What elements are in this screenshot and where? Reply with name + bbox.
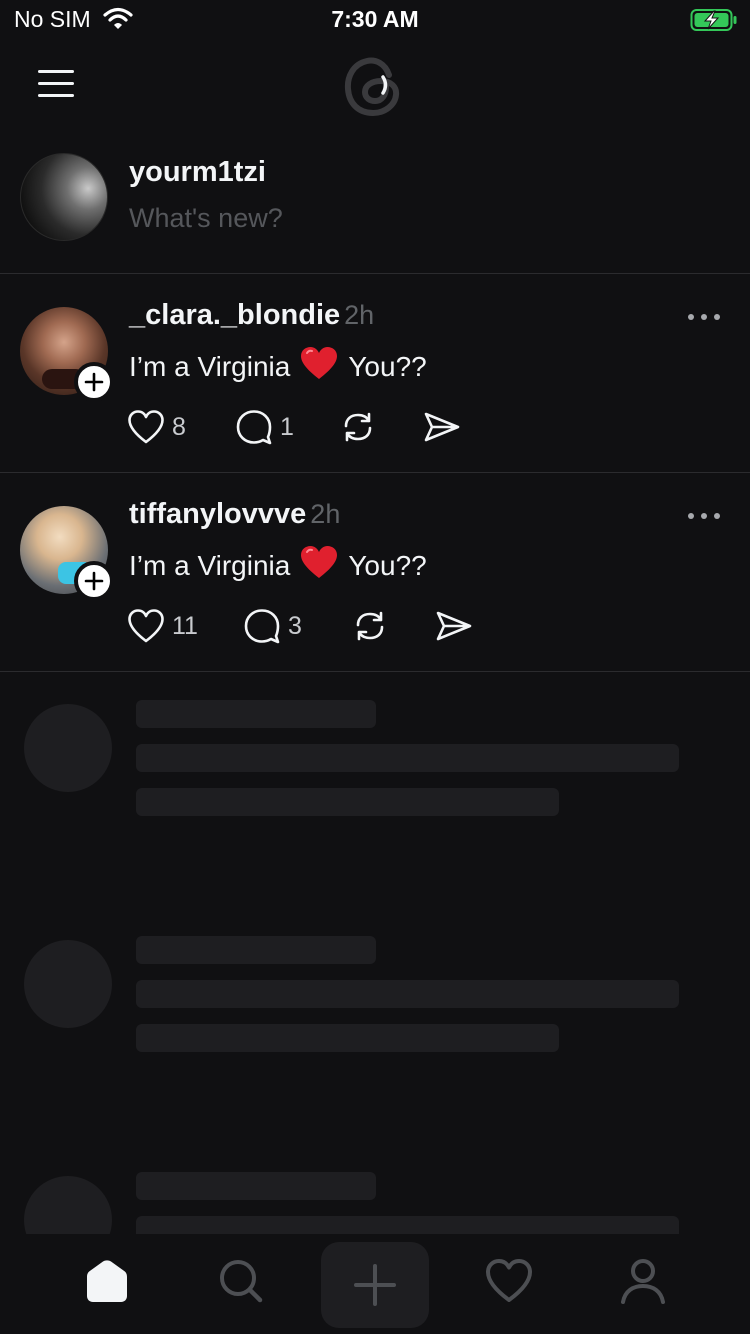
skeleton-line bbox=[136, 744, 679, 772]
battery-charging-icon bbox=[690, 8, 738, 37]
post[interactable]: _clara._blondie 2h I’m a Virginia You?? 8… bbox=[0, 273, 750, 471]
post-username[interactable]: tiffanylovvve bbox=[129, 498, 306, 530]
skeleton-line bbox=[136, 700, 376, 728]
post-time: 2h bbox=[344, 300, 375, 330]
post-text-before: I’m a Virginia bbox=[129, 549, 291, 581]
follow-button[interactable] bbox=[74, 561, 114, 601]
follow-button[interactable] bbox=[74, 362, 114, 402]
comment-icon bbox=[236, 410, 272, 445]
reply-count: 1 bbox=[280, 412, 294, 441]
repost-button[interactable] bbox=[339, 407, 377, 447]
clock: 7:30 AM bbox=[331, 6, 419, 32]
skeleton-line bbox=[136, 1172, 376, 1200]
repost-icon bbox=[356, 611, 384, 641]
skeleton-avatar bbox=[24, 704, 112, 792]
post-username-row: _clara._blondie 2h bbox=[129, 299, 374, 332]
reply-count: 3 bbox=[288, 611, 302, 640]
threads-logo-icon[interactable] bbox=[343, 53, 405, 124]
home-icon bbox=[87, 1260, 127, 1302]
tab-bar bbox=[0, 1234, 750, 1334]
reply-button[interactable]: 3 bbox=[243, 606, 302, 646]
post-text-before: I’m a Virginia bbox=[129, 350, 291, 382]
tab-profile[interactable] bbox=[589, 1234, 697, 1328]
skeleton-line bbox=[136, 788, 559, 816]
reply-button[interactable]: 1 bbox=[235, 407, 294, 447]
send-icon bbox=[436, 611, 472, 641]
skeleton-line bbox=[136, 936, 376, 964]
post-time: 2h bbox=[310, 499, 341, 529]
divider bbox=[0, 671, 750, 672]
comment-icon bbox=[244, 609, 280, 644]
red-heart-emoji bbox=[300, 545, 338, 586]
more-options-icon[interactable] bbox=[688, 311, 720, 323]
composer-username: yourm1tzi bbox=[129, 156, 266, 188]
more-options-icon[interactable] bbox=[688, 510, 720, 522]
post[interactable]: tiffanylovvve 2h I’m a Virginia You?? 11 … bbox=[0, 472, 750, 670]
avatar[interactable] bbox=[20, 153, 108, 241]
post-username[interactable]: _clara._blondie bbox=[129, 299, 340, 331]
post-text: I’m a Virginia You?? bbox=[129, 545, 427, 586]
plus-icon bbox=[84, 372, 104, 392]
heart-icon bbox=[486, 1259, 532, 1302]
tab-search[interactable] bbox=[187, 1234, 295, 1328]
share-button[interactable] bbox=[435, 606, 473, 646]
post-text-after: You?? bbox=[348, 350, 427, 382]
share-button[interactable] bbox=[423, 407, 461, 447]
repost-icon bbox=[344, 412, 372, 442]
person-icon bbox=[621, 1259, 665, 1304]
post-username-row: tiffanylovvve 2h bbox=[129, 498, 340, 531]
send-icon bbox=[424, 412, 460, 442]
status-bar: No SIM 7:30 AM bbox=[0, 0, 750, 40]
composer-input[interactable]: What's new? bbox=[129, 203, 283, 234]
tab-activity[interactable] bbox=[455, 1234, 563, 1328]
skeleton-line bbox=[136, 1024, 559, 1052]
heart-icon bbox=[128, 609, 164, 643]
post-text-after: You?? bbox=[348, 549, 427, 581]
like-count: 8 bbox=[172, 412, 186, 441]
like-button[interactable]: 11 bbox=[127, 606, 198, 646]
post-text: I’m a Virginia You?? bbox=[129, 346, 427, 387]
skeleton-avatar bbox=[24, 940, 112, 1028]
search-icon bbox=[220, 1260, 263, 1303]
repost-button[interactable] bbox=[351, 606, 389, 646]
plus-icon bbox=[354, 1264, 396, 1306]
skeleton-line bbox=[136, 980, 679, 1008]
tab-home[interactable] bbox=[53, 1234, 161, 1328]
red-heart-emoji bbox=[300, 346, 338, 387]
heart-icon bbox=[128, 410, 164, 444]
menu-button[interactable] bbox=[38, 70, 74, 98]
plus-icon bbox=[84, 571, 104, 591]
like-button[interactable]: 8 bbox=[127, 407, 186, 447]
tab-create[interactable] bbox=[321, 1242, 429, 1328]
like-count: 11 bbox=[172, 611, 198, 640]
